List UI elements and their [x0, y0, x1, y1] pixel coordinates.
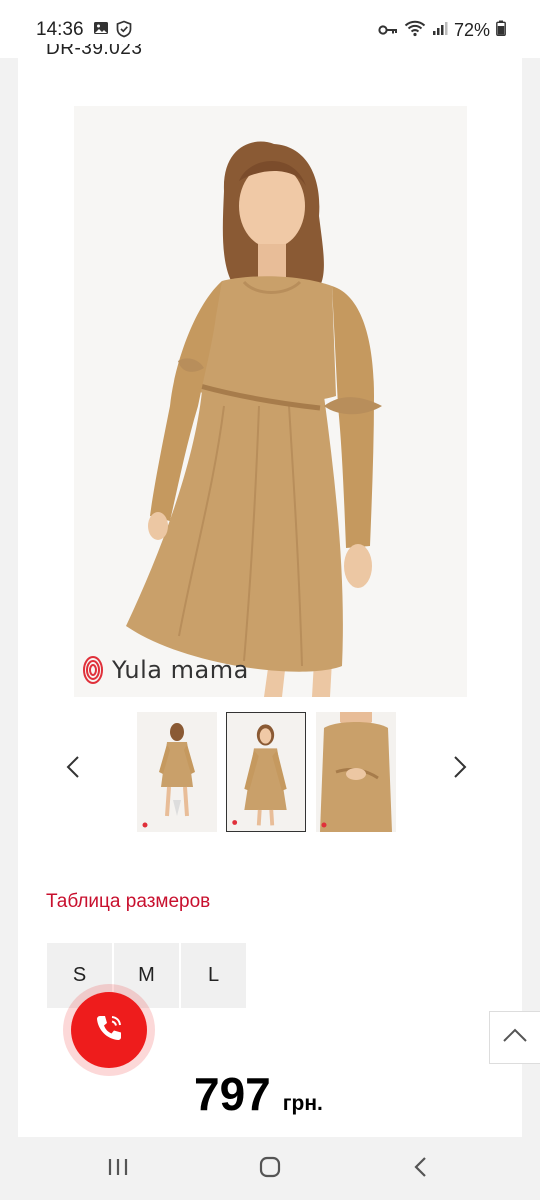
- back-icon: [413, 1156, 427, 1183]
- product-page: DR-39.023 Yula mama Таблица размеров S M…: [18, 44, 522, 1137]
- chevron-right-icon: [453, 755, 467, 784]
- thumbnail-image: [137, 712, 217, 832]
- brand-watermark: Yula mama: [82, 655, 249, 685]
- product-sku: DR-39.023: [46, 44, 143, 59]
- chevron-up-icon: [502, 1027, 528, 1048]
- thumbnail-3[interactable]: [316, 712, 396, 832]
- thumbnail-2-selected[interactable]: [226, 712, 306, 832]
- thumbnail-image: [316, 712, 396, 832]
- thumbnail-1[interactable]: [137, 712, 217, 832]
- scroll-to-top-button[interactable]: [489, 1011, 540, 1064]
- battery-icon: [496, 20, 506, 41]
- price-value: 797: [194, 1068, 271, 1120]
- wifi-icon: [404, 19, 426, 42]
- key-icon: [378, 20, 398, 41]
- thumbnail-carousel: [18, 712, 522, 832]
- home-button[interactable]: [250, 1155, 290, 1183]
- carousel-next-button[interactable]: [445, 754, 475, 784]
- thumbnail-image: [227, 713, 304, 830]
- image-icon: [93, 20, 109, 43]
- battery-percent: 72%: [453, 20, 490, 40]
- home-icon: [258, 1155, 282, 1184]
- recents-icon: [107, 1157, 129, 1182]
- call-button[interactable]: [71, 992, 147, 1068]
- chevron-left-icon: [66, 755, 80, 784]
- size-table-link[interactable]: Таблица размеров: [46, 891, 210, 913]
- brand-name: Yula mama: [112, 656, 249, 684]
- status-time: 14:36: [36, 19, 84, 40]
- carousel-prev-button[interactable]: [58, 754, 88, 784]
- system-navigation-bar: [0, 1137, 540, 1200]
- brand-logo-icon: [82, 655, 104, 685]
- model-illustration: [74, 106, 467, 697]
- phone-icon: [92, 1011, 126, 1050]
- shield-icon: [115, 20, 133, 43]
- size-option-l[interactable]: L: [181, 943, 246, 1008]
- product-price: 797 грн.: [194, 1067, 323, 1121]
- back-button[interactable]: [400, 1155, 440, 1183]
- signal-icon: [432, 20, 448, 41]
- main-product-photo[interactable]: Yula mama: [74, 106, 467, 697]
- recents-button[interactable]: [98, 1155, 138, 1183]
- price-currency: грн.: [282, 1092, 323, 1115]
